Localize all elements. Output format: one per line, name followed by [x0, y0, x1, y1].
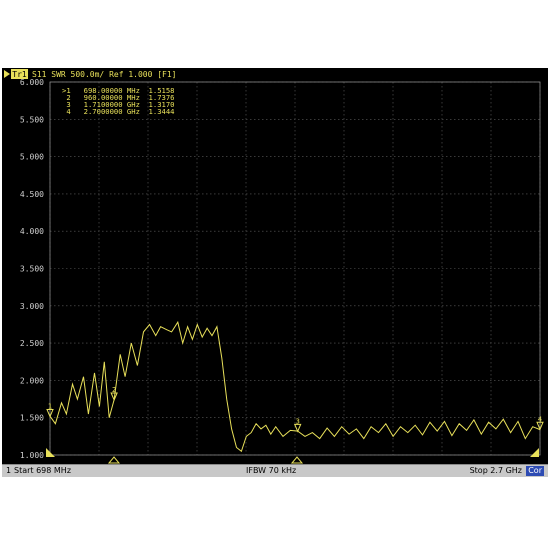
vna-screen: Tr1 S11 SWR 500.0m/ Ref 1.000 [F1] 6.000…	[2, 68, 548, 476]
y-tick-label: 2.500	[20, 339, 44, 348]
channel-number: 1	[6, 466, 12, 475]
y-tick-label: 3.500	[20, 265, 44, 274]
stop-frequency[interactable]: Stop 2.7 GHz	[470, 465, 522, 477]
y-tick-label: 3.000	[20, 302, 44, 311]
screen-background	[2, 68, 548, 476]
ifbw-setting[interactable]: IFBW 70 kHz	[246, 465, 296, 477]
y-tick-label: 1.500	[20, 414, 44, 423]
y-tick-label: 1.000	[20, 451, 44, 460]
y-tick-label: 5.500	[20, 115, 44, 124]
status-bar: 1 Start 698 MHz IFBW 70 kHz Stop 2.7 GHz…	[2, 464, 548, 477]
y-tick-label: 2.000	[20, 376, 44, 385]
marker-number-label: 4	[538, 415, 542, 423]
marker-table: >1 698.00000 MHz 1.5158 2 960.00000 MHz …	[62, 86, 175, 116]
marker-row: 4 2.7000000 GHz 1.3444	[62, 107, 175, 116]
marker-number-label: 3	[296, 417, 300, 425]
trace-header-text: S11 SWR 500.0m/ Ref 1.000 [F1]	[32, 70, 177, 79]
start-frequency[interactable]: Start 698 MHz	[14, 465, 71, 477]
vna-window: Tr1 S11 SWR 500.0m/ Ref 1.000 [F1] 6.000…	[2, 68, 548, 477]
y-tick-label: 5.000	[20, 153, 44, 162]
marker-number-label: 1	[48, 403, 52, 411]
marker-number-label: 2	[112, 386, 116, 394]
y-tick-label: 4.000	[20, 227, 44, 236]
y-tick-label: 4.500	[20, 190, 44, 199]
y-tick-label: 6.000	[20, 78, 44, 87]
correction-badge[interactable]: Cor	[526, 466, 544, 476]
